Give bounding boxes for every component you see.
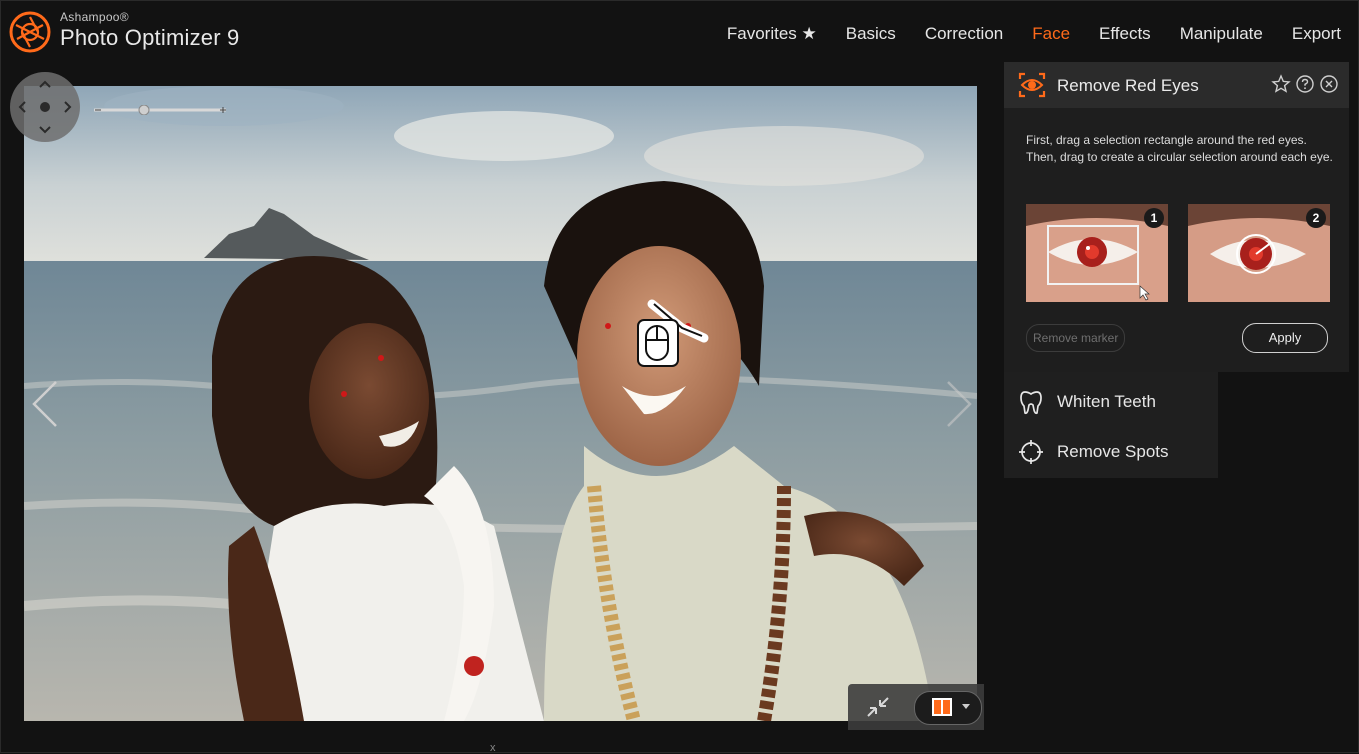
- chevron-down-icon: [962, 704, 970, 709]
- tool-whiten-teeth[interactable]: Whiten Teeth: [1004, 376, 1218, 426]
- step-number-badge: 1: [1144, 208, 1164, 228]
- zoom-slider[interactable]: [92, 102, 228, 116]
- panel-title: Remove Red Eyes: [1057, 76, 1199, 95]
- nav-favorites[interactable]: Favorites ★: [727, 24, 817, 44]
- nav-basics[interactable]: Basics: [846, 24, 896, 44]
- pan-navigator[interactable]: [10, 72, 80, 142]
- tool-remove-spots[interactable]: Remove Spots: [1004, 426, 1218, 476]
- collapse-view-icon[interactable]: [864, 694, 892, 720]
- tool-label: Remove Spots: [1057, 442, 1169, 461]
- compare-view-button[interactable]: [914, 691, 982, 725]
- apply-button[interactable]: Apply: [1242, 323, 1328, 353]
- nav-face[interactable]: Face: [1032, 24, 1070, 44]
- step-number-badge: 2: [1306, 208, 1326, 228]
- window-right-edge: [1349, 62, 1359, 753]
- nav-correction[interactable]: Correction: [925, 24, 1003, 44]
- next-image-chevron-icon[interactable]: [944, 380, 974, 428]
- crosshair-icon: [1019, 440, 1043, 464]
- red-eye-icon: [1018, 72, 1046, 98]
- face-tool-list: Whiten Teeth Remove Spots: [1004, 372, 1218, 478]
- tooth-icon: [1020, 391, 1042, 415]
- example-image-step-2: 2: [1188, 204, 1330, 302]
- split-view-icon: [932, 698, 952, 716]
- close-icon[interactable]: [1319, 74, 1339, 94]
- help-icon[interactable]: [1295, 74, 1315, 94]
- previous-image-chevron-icon[interactable]: [30, 380, 60, 428]
- drag-mouse-cursor-icon: [637, 299, 709, 367]
- panel-actions: [1271, 74, 1339, 94]
- photo-canvas[interactable]: [24, 86, 977, 721]
- canvas-area: x: [0, 62, 1004, 754]
- view-tools: [848, 684, 984, 730]
- red-eye-options: First, drag a selection rectangle around…: [1004, 108, 1349, 372]
- face-tools-panel: Remove Red Eyes First, drag a selection …: [1004, 62, 1349, 753]
- nav-export[interactable]: Export: [1292, 24, 1341, 44]
- instructions-text: First, drag a selection rectangle around…: [1026, 133, 1333, 164]
- app-header: Ashampoo® Photo Optimizer 9 Favorites ★ …: [0, 0, 1359, 62]
- brand: Ashampoo® Photo Optimizer 9: [60, 10, 239, 51]
- panel-header[interactable]: Remove Red Eyes: [1004, 62, 1349, 108]
- brand-product-name: Photo Optimizer 9: [60, 25, 240, 50]
- tool-label: Whiten Teeth: [1057, 392, 1156, 411]
- app-logo-icon: [9, 11, 51, 53]
- brand-vendor: Ashampoo®: [60, 10, 129, 24]
- nav-effects[interactable]: Effects: [1099, 24, 1151, 44]
- nav-manipulate[interactable]: Manipulate: [1180, 24, 1263, 44]
- favorite-star-icon[interactable]: [1271, 74, 1291, 94]
- example-image-step-1: 1: [1026, 204, 1168, 302]
- remove-marker-button[interactable]: Remove marker: [1026, 324, 1126, 352]
- main-nav: Favorites ★ Basics Correction Face Effec…: [698, 24, 1341, 44]
- scroll-indicator: x: [490, 742, 496, 754]
